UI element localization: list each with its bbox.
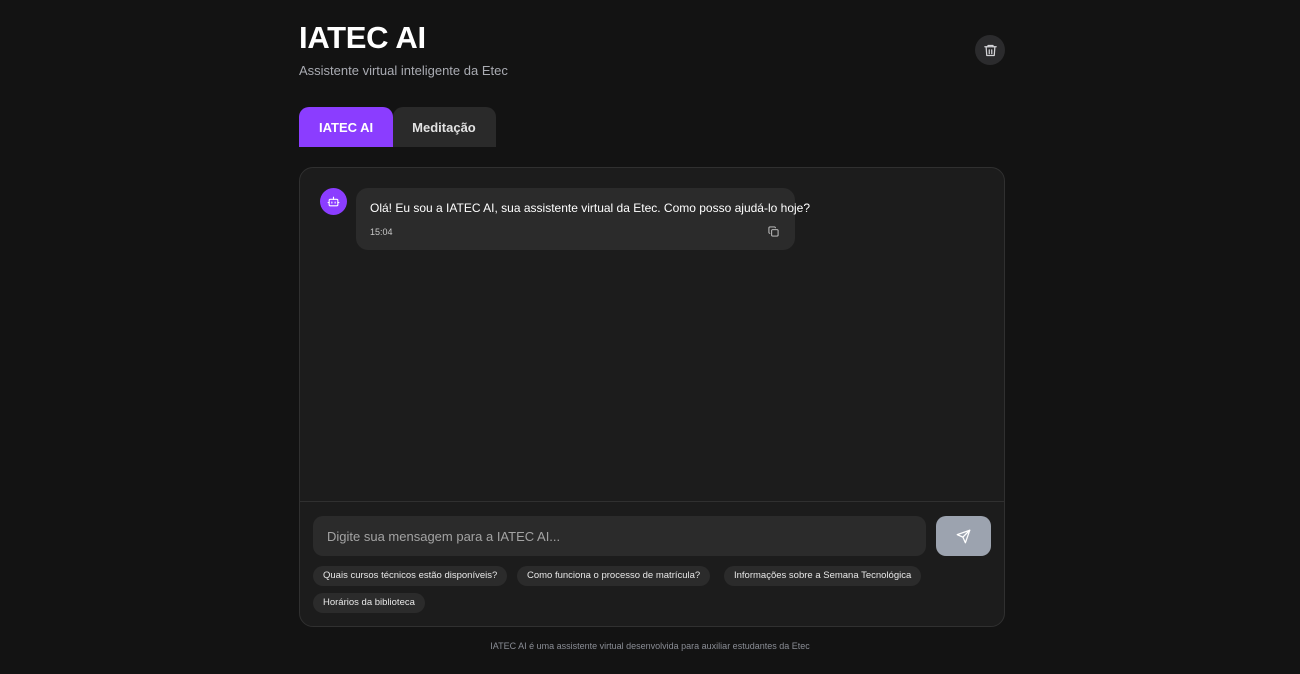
send-icon [956, 529, 971, 543]
composer-divider [300, 501, 1004, 502]
bot-avatar [320, 188, 347, 215]
page-subtitle: Assistente virtual inteligente da Etec [299, 63, 508, 78]
suggestion-chip[interactable]: Como funciona o processo de matrícula? [517, 566, 711, 586]
tab-iatec-ai[interactable]: IATEC AI [299, 107, 394, 147]
tab-bar: IATEC AI Meditação [299, 107, 496, 147]
page-title: IATEC AI [299, 20, 426, 55]
bot-message: Olá! Eu sou a IATEC AI, sua assistente v… [356, 188, 810, 250]
tab-meditacao[interactable]: Meditação [393, 107, 496, 147]
send-button[interactable] [936, 516, 991, 556]
copy-icon[interactable] [768, 226, 779, 237]
suggestion-chip[interactable]: Informações sobre a Semana Tecnológica [724, 566, 922, 586]
clear-chat-button[interactable] [975, 35, 1005, 65]
message-text: Olá! Eu sou a IATEC AI, sua assistente v… [370, 201, 811, 215]
chat-panel: Olá! Eu sou a IATEC AI, sua assistente v… [299, 167, 1005, 627]
message-timestamp: 15:04 [370, 227, 393, 237]
suggestion-chip[interactable]: Quais cursos técnicos estão disponíveis? [313, 566, 508, 586]
robot-icon [327, 196, 340, 207]
app-container: IATEC AI Assistente virtual inteligente … [299, 0, 1005, 674]
footer-note: IATEC AI é uma assistente virtual desenv… [490, 641, 810, 651]
suggestion-chip[interactable]: Horários da biblioteca [313, 593, 425, 613]
message-input[interactable] [313, 516, 926, 556]
trash-icon [983, 44, 997, 56]
